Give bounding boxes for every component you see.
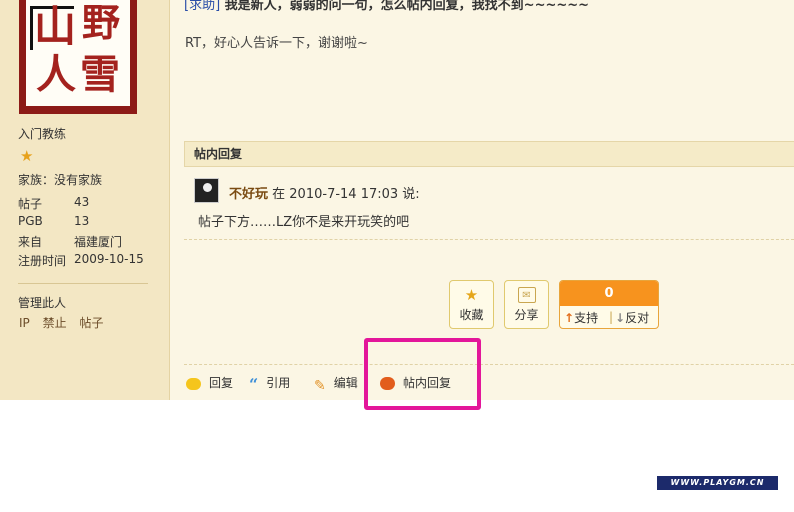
info-value: 13: [74, 214, 90, 228]
quote-icon: “: [249, 375, 259, 394]
info-label: 注册时间: [18, 254, 67, 268]
highlight-box: [364, 338, 481, 410]
edit-button[interactable]: ✎ 编辑: [314, 374, 358, 394]
reply-timestamp: 在 2010-7-14 17:03 说:: [272, 187, 420, 202]
sidebar-divider: [18, 283, 148, 284]
manage-ip-link[interactable]: IP: [19, 316, 30, 330]
avatar-char-3: 人: [36, 51, 76, 98]
avatar-char-1: 山: [34, 2, 77, 51]
quote-button[interactable]: “ 引用: [249, 374, 291, 394]
manage-links: IP 禁止 帖子: [19, 314, 112, 331]
site-watermark: WWW.PLAYGM.CN: [657, 476, 778, 490]
edit-label: 编辑: [333, 376, 358, 390]
vote-separator: |: [609, 310, 614, 324]
info-value: 2009-10-15: [74, 252, 144, 266]
avatar-char-4: 雪: [80, 51, 120, 98]
avatar-char-2: 野: [82, 0, 121, 45]
reply-divider: [184, 239, 794, 240]
reply-avatar[interactable]: [194, 178, 219, 203]
vote-widget: 0 ↑支持 | ↓反对: [559, 280, 659, 329]
envelope-icon: ✉: [517, 287, 536, 303]
star-icon: ★: [464, 286, 479, 304]
reply-label: 回复: [209, 376, 234, 390]
favorite-button[interactable]: ★ 收藏: [449, 280, 494, 329]
favorite-label: 收藏: [459, 308, 484, 322]
info-label: 帖子: [18, 197, 43, 211]
avatar[interactable]: 山 野 人 雪: [19, 0, 137, 114]
manage-posts-link[interactable]: 帖子: [79, 316, 103, 330]
user-family: 家族：没有家族: [18, 173, 103, 187]
oppose-label: 反对: [625, 311, 650, 325]
quote-label: 引用: [266, 376, 291, 390]
manage-user-label: 管理此人: [18, 296, 67, 310]
manage-ban-link[interactable]: 禁止: [43, 316, 67, 330]
pencil-icon: ✎: [314, 378, 326, 394]
arrow-up-icon: ↑: [564, 311, 575, 325]
post-main: [求助] 我是新人，弱弱的问一句，怎么帖内回复，我找不到~~~~~~ RT，好心…: [170, 0, 794, 400]
rank-star-icon: ★: [20, 147, 34, 165]
share-button[interactable]: ✉ 分享: [504, 280, 549, 329]
info-label: PGB: [18, 214, 43, 228]
share-label: 分享: [514, 308, 539, 322]
post-title: [求助] 我是新人，弱弱的问一句，怎么帖内回复，我找不到~~~~~~: [184, 0, 589, 13]
avatar-image: 山 野 人 雪: [26, 0, 130, 106]
support-button[interactable]: ↑支持: [564, 309, 598, 326]
info-label: 来自: [18, 235, 43, 249]
info-value: 福建厦门: [74, 235, 123, 249]
reply-button[interactable]: 回复: [186, 374, 233, 390]
post-body: RT，好心人告诉一下，谢谢啦~: [185, 36, 368, 51]
speech-bubble-icon: [186, 378, 201, 390]
user-rank: 入门教练: [18, 127, 67, 141]
info-value: 43: [74, 195, 90, 209]
user-sidebar: 山 野 人 雪 入门教练 ★ 家族：没有家族 帖子 43 PGB 13 来自 福…: [0, 0, 170, 400]
post-title-text: 我是新人，弱弱的问一句，怎么帖内回复，我找不到~~~~~~: [220, 0, 590, 13]
reply-text: 帖子下方……LZ你不是来开玩笑的吧: [198, 215, 410, 230]
reply-username[interactable]: 不好玩: [229, 187, 268, 202]
oppose-button[interactable]: ↓反对: [615, 309, 649, 326]
vote-row: ↑支持 | ↓反对: [560, 306, 658, 328]
bottom-divider: [184, 364, 794, 365]
inline-reply-header: 帖内回复: [184, 141, 794, 167]
reply-meta: 不好玩 在 2010-7-14 17:03 说:: [229, 183, 420, 202]
support-label: 支持: [574, 311, 599, 325]
arrow-down-icon: ↓: [615, 311, 626, 325]
post-tag[interactable]: [求助]: [184, 0, 220, 13]
vote-count: 0: [560, 281, 658, 306]
